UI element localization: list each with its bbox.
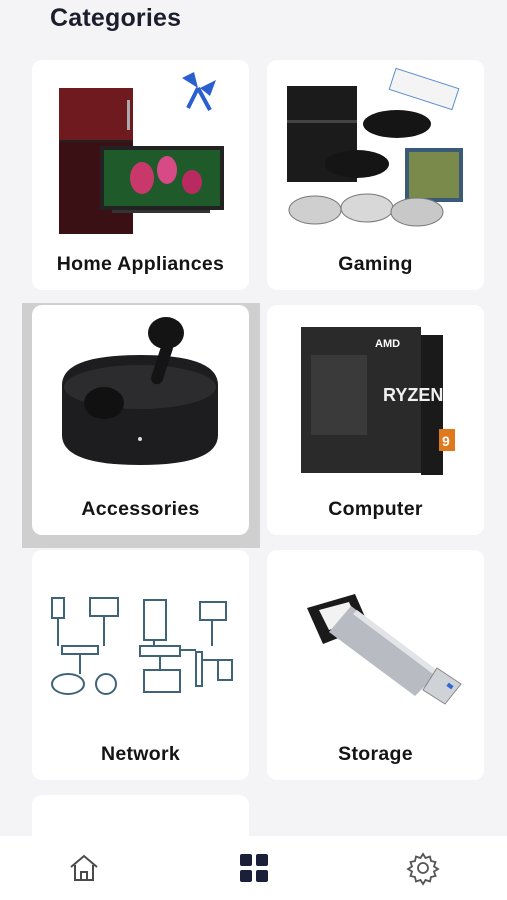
category-card-network[interactable]: Network [32, 550, 249, 780]
svg-text:9: 9 [442, 433, 450, 449]
usb-drive-image [307, 594, 462, 705]
category-label: Computer [328, 498, 423, 520]
category-label: Network [100, 743, 181, 765]
nav-settings-button[interactable] [405, 850, 441, 886]
bottom-navigation [0, 836, 507, 900]
category-card-gaming[interactable]: Gaming [267, 60, 484, 290]
category-label: Storage [338, 743, 413, 765]
category-card-home-appliances[interactable]: Home Appliances [32, 60, 249, 290]
gear-icon [406, 852, 440, 886]
nav-home-button[interactable] [66, 850, 102, 886]
game-console-image [287, 67, 463, 227]
category-label: Accessories [81, 498, 200, 520]
category-card-computer[interactable]: AMD RYZEN 9 Computer [267, 305, 484, 535]
page-title: Categories [50, 4, 182, 32]
category-label: Gaming [338, 253, 413, 275]
grid-icon [240, 854, 268, 882]
nav-categories-button[interactable] [236, 850, 272, 886]
svg-text:RYZEN: RYZEN [383, 385, 443, 405]
category-card-accessories[interactable]: Accessories [32, 305, 249, 535]
network-diagram-image [51, 597, 233, 695]
svg-text:AMD: AMD [375, 338, 400, 350]
category-card-storage[interactable]: Storage [267, 550, 484, 780]
category-label: Home Appliances [56, 253, 225, 275]
home-icon [70, 854, 98, 881]
cpu-box-image: AMD RYZEN 9 [301, 327, 455, 475]
fridge-tv-image [59, 72, 224, 234]
earbuds-image [62, 317, 218, 465]
